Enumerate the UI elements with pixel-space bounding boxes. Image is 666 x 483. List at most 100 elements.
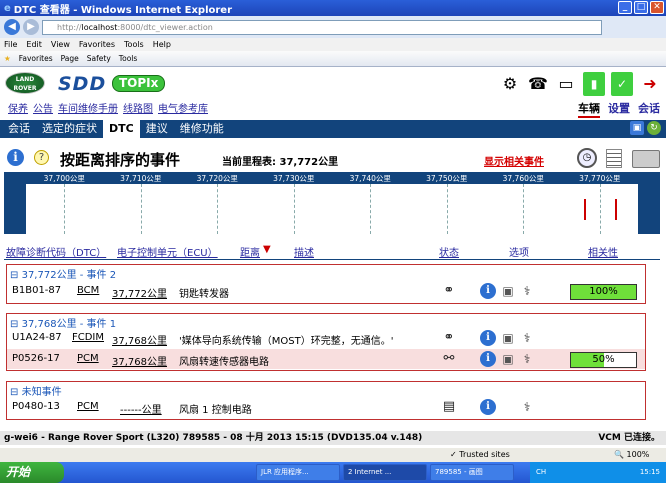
task-paint[interactable]: 789585 - 画图 <box>430 464 514 481</box>
tab-settings[interactable]: 设置 <box>608 100 630 118</box>
col-dtc[interactable]: 故障诊断代码（DTC） <box>6 244 106 259</box>
phone-icon[interactable]: ☎ <box>527 72 549 96</box>
table-row[interactable]: B1B01-87 BCM 37,772公里 钥匙转发器 ⚭ i ▣ ⚕ 100% <box>7 281 645 301</box>
list-view-icon[interactable] <box>606 149 622 168</box>
language-indicator[interactable]: CH <box>536 468 546 476</box>
dtc-status-icon: ⚭ <box>443 330 455 345</box>
event-group: ⊟ 未知事件 P0480-13 PCM ------公里 风扇 1 控制电路 ▤… <box>6 381 646 420</box>
tab-recommendations[interactable]: 建议 <box>140 120 174 138</box>
timeline-tick-label: 37,730公里 <box>273 174 315 183</box>
distance-link[interactable]: ------公里 <box>120 401 162 416</box>
timeline-gridline <box>370 184 372 234</box>
tab-session[interactable]: 会话 <box>638 100 660 118</box>
info-button[interactable]: i <box>480 283 496 299</box>
stethoscope-icon[interactable]: ⚕ <box>519 330 535 346</box>
start-button[interactable]: 开始 <box>0 462 64 483</box>
col-status[interactable]: 状态 <box>439 244 459 259</box>
info-button[interactable]: i <box>480 330 496 346</box>
distance-link[interactable]: 37,768公里 <box>112 332 167 347</box>
favorites-button[interactable]: Favorites <box>19 51 53 66</box>
collapse-icon[interactable]: ⊟ <box>10 270 18 281</box>
group-title[interactable]: ⊟ 37,772公里 - 事件 2 <box>10 266 116 281</box>
event-group: ⊟ 37,772公里 - 事件 2 B1B01-87 BCM 37,772公里 … <box>6 264 646 304</box>
vehicle-connect-icon[interactable]: ⚙ <box>499 72 521 96</box>
dtc-status-icon: ⚯ <box>443 351 455 366</box>
stethoscope-icon[interactable]: ⚕ <box>519 283 535 299</box>
url-prefix: http:// <box>57 22 82 32</box>
page-menu[interactable]: Page <box>61 51 79 66</box>
ie-icon: e <box>4 2 11 14</box>
exit-icon[interactable]: ➜ <box>639 72 661 96</box>
group-title[interactable]: ⊟ 未知事件 <box>10 383 62 398</box>
safety-menu[interactable]: Safety <box>87 51 111 66</box>
topix-button[interactable]: TOPIx <box>112 75 166 92</box>
ecu-link[interactable]: PCM <box>77 401 99 412</box>
menu-help[interactable]: Help <box>153 38 171 51</box>
dtc-status-icon: ⚭ <box>443 283 455 298</box>
vcm-status: VCM 已连接。 <box>598 433 660 443</box>
distance-link[interactable]: 37,768公里 <box>112 353 167 368</box>
page-title: 按距离排序的事件 <box>60 151 181 169</box>
table-row[interactable]: P0480-13 PCM ------公里 风扇 1 控制电路 ▤ i ⚕ <box>7 397 645 417</box>
ecu-link[interactable]: BCM <box>77 285 99 296</box>
table-row[interactable]: P0526-17 PCM 37,768公里 风扇转速传感器电路 ⚯ i ▣ ⚕ … <box>7 349 645 369</box>
event-group: ⊟ 37,768公里 - 事件 1 U1A24-87 FCDIM 37,768公… <box>6 313 646 371</box>
camera-icon[interactable]: ▣ <box>500 330 516 346</box>
camera-icon[interactable]: ▣ <box>500 283 516 299</box>
tab-service-functions[interactable]: 维修功能 <box>174 120 230 138</box>
info-button[interactable]: i <box>480 399 496 415</box>
tab-selected-symptoms[interactable]: 选定的症状 <box>36 120 103 138</box>
col-distance[interactable]: 距离 <box>240 244 260 259</box>
tab-vehicle[interactable]: 车辆 <box>578 100 600 118</box>
minimize-button[interactable]: _ <box>618 1 632 14</box>
network-icon[interactable]: ▣ <box>630 121 644 135</box>
ecu-link[interactable]: FCDIM <box>72 332 104 343</box>
print-icon[interactable] <box>632 150 660 168</box>
favorites-star-icon[interactable]: ★ <box>4 51 11 66</box>
info-icon[interactable]: i <box>7 149 24 166</box>
stethoscope-icon[interactable]: ⚕ <box>519 399 535 415</box>
stethoscope-icon[interactable]: ⚕ <box>519 351 535 367</box>
tab-session-nav[interactable]: 会话 <box>2 120 36 138</box>
link-maintenance[interactable]: 保养 <box>8 100 28 115</box>
dtc-status-icon: ▤ <box>442 399 456 414</box>
timeline-event-marker[interactable] <box>615 199 618 220</box>
clock-icon[interactable]: ◷ <box>577 148 597 168</box>
table-row[interactable]: U1A24-87 FCDIM 37,768公里 '媒体导向系统传输（MOST）环… <box>7 328 645 348</box>
link-workshop-manual[interactable]: 车间维修手册 <box>58 100 118 115</box>
ecu-link[interactable]: PCM <box>77 353 99 364</box>
task-internet-explorer[interactable]: 2 Internet ... <box>343 464 427 481</box>
info-button[interactable]: i <box>480 351 496 367</box>
battery-icon[interactable]: ▭ <box>555 72 577 96</box>
trusted-sites-zone: ✓ Trusted sites <box>450 450 510 459</box>
timeline-event-marker[interactable] <box>584 199 587 220</box>
menu-favorites[interactable]: Favorites <box>79 38 115 51</box>
close-button[interactable]: ✕ <box>650 1 664 14</box>
link-electrical-library[interactable]: 电气参考库 <box>158 100 208 115</box>
fuel-icon[interactable]: ▮ <box>583 72 605 96</box>
tab-dtc[interactable]: DTC <box>103 120 140 138</box>
diagnostics-status-icon[interactable]: ✓ <box>611 72 633 96</box>
link-bulletins[interactable]: 公告 <box>33 100 53 115</box>
camera-icon[interactable]: ▣ <box>500 351 516 367</box>
maximize-button[interactable]: □ <box>634 1 648 14</box>
col-description[interactable]: 描述 <box>294 244 314 259</box>
menu-view[interactable]: View <box>51 38 70 51</box>
menu-tools[interactable]: Tools <box>124 38 144 51</box>
show-related-events-link[interactable]: 显示相关事件 <box>484 153 544 168</box>
col-ecu[interactable]: 电子控制单元（ECU） <box>117 244 218 259</box>
task-jlr-app[interactable]: JLR 应用程序... <box>256 464 340 481</box>
forward-button[interactable]: ▶ <box>23 19 39 35</box>
link-wiring-diagrams[interactable]: 线路图 <box>123 100 153 115</box>
menu-file[interactable]: File <box>4 38 17 51</box>
refresh-icon[interactable]: ↻ <box>647 121 661 135</box>
back-button[interactable]: ◀ <box>4 19 20 35</box>
zoom-control[interactable]: 🔍 100% <box>614 448 649 462</box>
menu-edit[interactable]: Edit <box>26 38 42 51</box>
tools-menu[interactable]: Tools <box>119 51 137 66</box>
clock: 15:15 <box>639 468 660 476</box>
help-icon[interactable]: ? <box>34 150 49 165</box>
url-input[interactable]: http://localhost:8000/dtc_viewer.action <box>42 19 602 35</box>
col-relevance[interactable]: 相关性 <box>588 244 618 259</box>
distance-link[interactable]: 37,772公里 <box>112 285 167 300</box>
